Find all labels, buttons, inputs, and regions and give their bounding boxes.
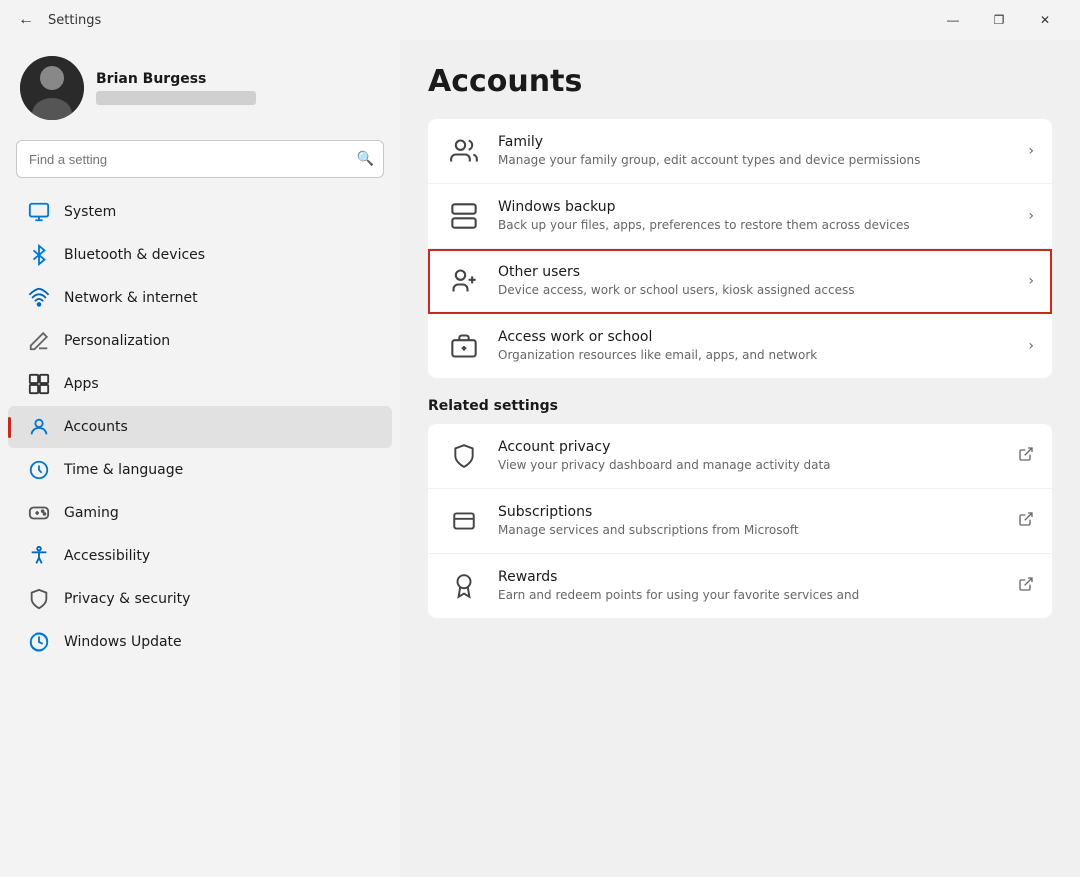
search-input[interactable] <box>16 140 384 178</box>
nav-icon-system <box>28 201 50 223</box>
item-icon-other-users <box>446 263 482 299</box>
search-box: 🔍 <box>16 140 384 178</box>
user-name: Brian Burgess <box>96 71 380 87</box>
nav-icon-personalization <box>28 330 50 352</box>
user-profile: Brian Burgess <box>0 40 400 140</box>
related-text-rewards: Rewards Earn and redeem points for using… <box>498 569 1002 604</box>
minimize-button[interactable]: — <box>930 4 976 36</box>
titlebar: ← Settings — ❐ ✕ <box>0 0 1080 40</box>
nav-icon-windows-update <box>28 631 50 653</box>
item-title-windows-backup: Windows backup <box>498 199 1012 215</box>
item-desc-family: Manage your family group, edit account t… <box>498 152 1012 169</box>
nav-icon-accounts <box>28 416 50 438</box>
settings-item-access-work[interactable]: Access work or school Organization resou… <box>428 314 1052 378</box>
maximize-button[interactable]: ❐ <box>976 4 1022 36</box>
page-title: Accounts <box>428 64 1052 99</box>
item-chevron-access-work: › <box>1028 338 1034 354</box>
nav-label-accounts: Accounts <box>64 419 128 435</box>
nav-icon-privacy <box>28 588 50 610</box>
item-chevron-other-users: › <box>1028 273 1034 289</box>
external-icon-rewards <box>1018 576 1034 596</box>
sidebar: Brian Burgess 🔍 System Bluetooth & devic… <box>0 40 400 877</box>
settings-item-windows-backup[interactable]: Windows backup Back up your files, apps,… <box>428 184 1052 249</box>
related-title-account-privacy: Account privacy <box>498 439 1002 455</box>
avatar <box>20 56 84 120</box>
sidebar-item-network[interactable]: Network & internet <box>8 277 392 319</box>
close-button[interactable]: ✕ <box>1022 4 1068 36</box>
item-chevron-windows-backup: › <box>1028 208 1034 224</box>
related-title-rewards: Rewards <box>498 569 1002 585</box>
related-text-subscriptions: Subscriptions Manage services and subscr… <box>498 504 1002 539</box>
sidebar-item-privacy[interactable]: Privacy & security <box>8 578 392 620</box>
item-desc-other-users: Device access, work or school users, kio… <box>498 282 1012 299</box>
window-controls: — ❐ ✕ <box>930 4 1068 36</box>
nav-label-privacy: Privacy & security <box>64 591 190 607</box>
sidebar-item-windows-update[interactable]: Windows Update <box>8 621 392 663</box>
nav-label-personalization: Personalization <box>64 333 170 349</box>
item-desc-access-work: Organization resources like email, apps,… <box>498 347 1012 364</box>
related-icon-account-privacy <box>446 438 482 474</box>
external-icon-subscriptions <box>1018 511 1034 531</box>
sidebar-item-accounts[interactable]: Accounts <box>8 406 392 448</box>
app-title: Settings <box>48 13 922 28</box>
related-settings-title: Related settings <box>428 398 1052 414</box>
item-chevron-family: › <box>1028 143 1034 159</box>
item-icon-windows-backup <box>446 198 482 234</box>
related-title-subscriptions: Subscriptions <box>498 504 1002 520</box>
nav-label-gaming: Gaming <box>64 505 119 521</box>
nav-label-windows-update: Windows Update <box>64 634 182 650</box>
user-email <box>96 91 256 105</box>
related-icon-rewards <box>446 568 482 604</box>
external-icon-account-privacy <box>1018 446 1034 466</box>
nav-icon-network <box>28 287 50 309</box>
sidebar-item-gaming[interactable]: Gaming <box>8 492 392 534</box>
nav-label-accessibility: Accessibility <box>64 548 150 564</box>
sidebar-nav: System Bluetooth & devices Network & int… <box>0 190 400 664</box>
main-content: Accounts Family Manage your family group… <box>400 40 1080 877</box>
nav-label-system: System <box>64 204 116 220</box>
settings-item-other-users[interactable]: Other users Device access, work or schoo… <box>428 249 1052 314</box>
main-settings-card: Family Manage your family group, edit ac… <box>428 119 1052 378</box>
related-desc-rewards: Earn and redeem points for using your fa… <box>498 587 1002 604</box>
nav-label-network: Network & internet <box>64 290 198 306</box>
sidebar-item-accessibility[interactable]: Accessibility <box>8 535 392 577</box>
sidebar-item-apps[interactable]: Apps <box>8 363 392 405</box>
related-item-account-privacy[interactable]: Account privacy View your privacy dashbo… <box>428 424 1052 489</box>
sidebar-item-system[interactable]: System <box>8 191 392 233</box>
related-item-rewards[interactable]: Rewards Earn and redeem points for using… <box>428 554 1052 618</box>
nav-label-bluetooth: Bluetooth & devices <box>64 247 205 263</box>
related-desc-subscriptions: Manage services and subscriptions from M… <box>498 522 1002 539</box>
related-settings-card: Account privacy View your privacy dashbo… <box>428 424 1052 618</box>
user-info: Brian Burgess <box>96 71 380 105</box>
nav-icon-time <box>28 459 50 481</box>
back-button[interactable]: ← <box>12 6 40 34</box>
related-item-subscriptions[interactable]: Subscriptions Manage services and subscr… <box>428 489 1052 554</box>
sidebar-item-bluetooth[interactable]: Bluetooth & devices <box>8 234 392 276</box>
item-icon-family <box>446 133 482 169</box>
related-desc-account-privacy: View your privacy dashboard and manage a… <box>498 457 1002 474</box>
item-text-other-users: Other users Device access, work or schoo… <box>498 264 1012 299</box>
nav-icon-gaming <box>28 502 50 524</box>
nav-label-apps: Apps <box>64 376 99 392</box>
settings-item-family[interactable]: Family Manage your family group, edit ac… <box>428 119 1052 184</box>
item-text-family: Family Manage your family group, edit ac… <box>498 134 1012 169</box>
nav-icon-accessibility <box>28 545 50 567</box>
item-title-other-users: Other users <box>498 264 1012 280</box>
sidebar-item-personalization[interactable]: Personalization <box>8 320 392 362</box>
nav-icon-bluetooth <box>28 244 50 266</box>
item-title-access-work: Access work or school <box>498 329 1012 345</box>
nav-label-time: Time & language <box>64 462 183 478</box>
nav-icon-apps <box>28 373 50 395</box>
app-body: Brian Burgess 🔍 System Bluetooth & devic… <box>0 40 1080 877</box>
related-icon-subscriptions <box>446 503 482 539</box>
item-text-access-work: Access work or school Organization resou… <box>498 329 1012 364</box>
item-title-family: Family <box>498 134 1012 150</box>
item-icon-access-work <box>446 328 482 364</box>
sidebar-item-time[interactable]: Time & language <box>8 449 392 491</box>
item-desc-windows-backup: Back up your files, apps, preferences to… <box>498 217 1012 234</box>
item-text-windows-backup: Windows backup Back up your files, apps,… <box>498 199 1012 234</box>
related-text-account-privacy: Account privacy View your privacy dashbo… <box>498 439 1002 474</box>
